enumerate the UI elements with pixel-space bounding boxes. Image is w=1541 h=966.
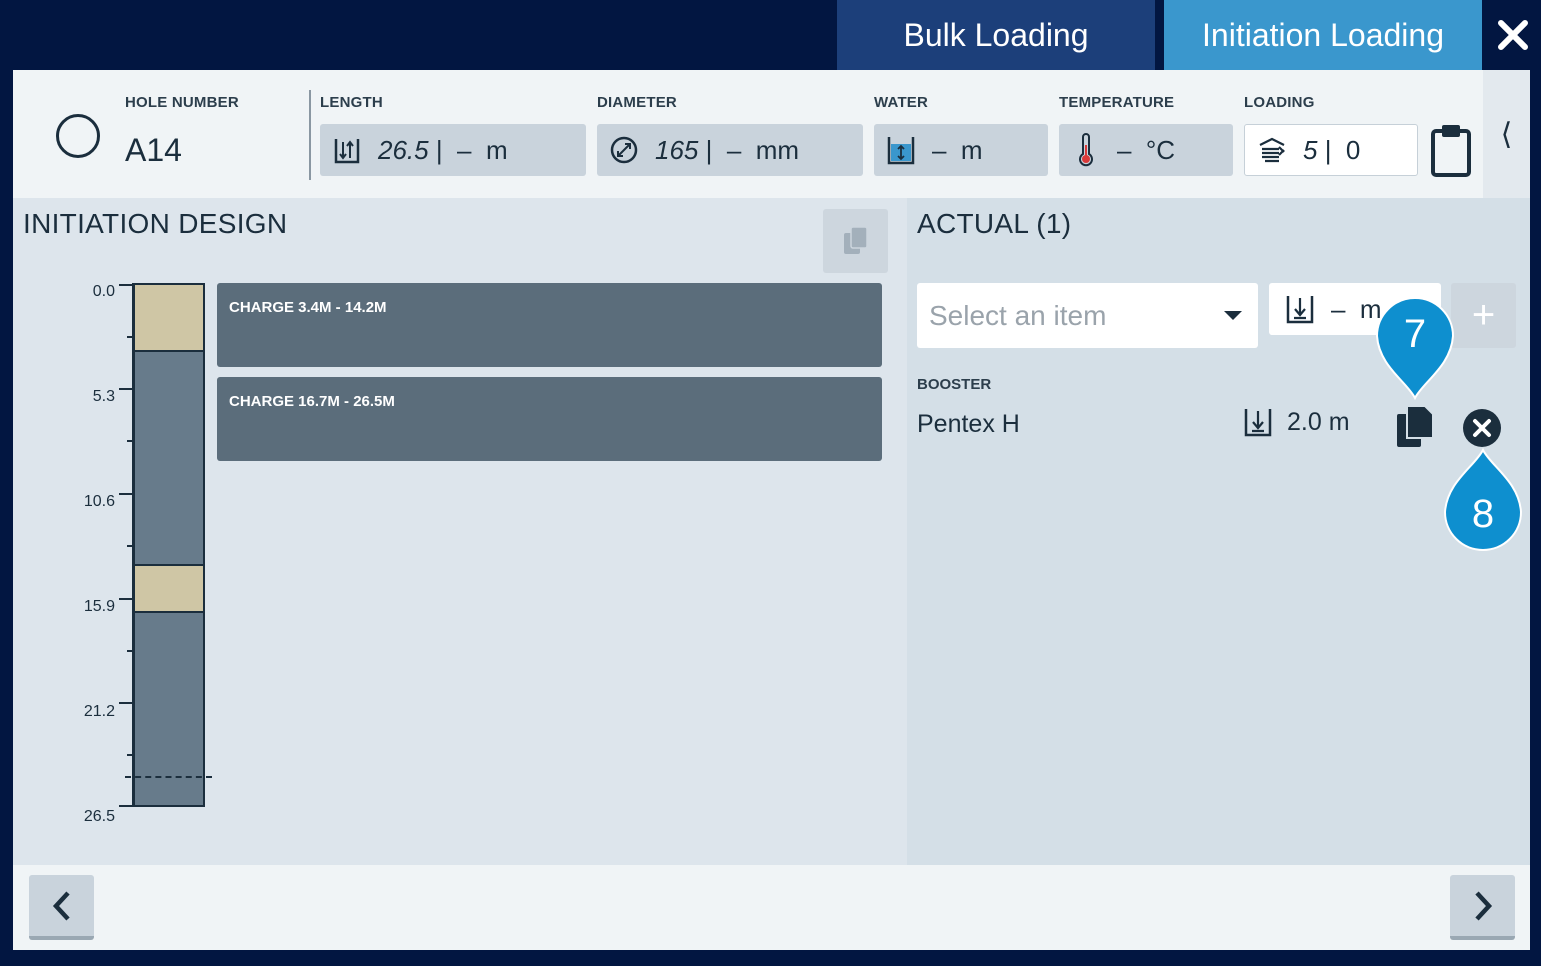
- initiation-design-section: INITIATION DESIGN CHARGE 3.4M - 14.2M CH…: [13, 198, 907, 865]
- close-icon: [1498, 20, 1528, 50]
- length-field[interactable]: 26.5 | – m: [320, 124, 586, 176]
- loading-field[interactable]: 5 | 0: [1244, 124, 1418, 176]
- product-depth: 2.0 m: [1243, 406, 1350, 438]
- thermometer-icon: [1071, 133, 1101, 167]
- length-value: 26.5: [378, 134, 429, 165]
- diameter-actual: | – mm: [698, 134, 800, 165]
- depth-tick-label: 26.5: [83, 808, 115, 825]
- product-name: Pentex H: [917, 410, 1020, 438]
- remove-item-button[interactable]: [1463, 409, 1501, 447]
- item-select-placeholder: Select an item: [929, 299, 1107, 331]
- hole-header: HOLE NUMBER A14 LENGTH 26.5 | – m DIAMET…: [13, 70, 1483, 198]
- depth-tick: [119, 702, 133, 704]
- diameter-icon: [609, 135, 639, 165]
- depth-tick-label: 21.2: [83, 703, 115, 720]
- remove-icon: [1463, 409, 1501, 447]
- length-actual: | – m: [428, 134, 508, 165]
- loading-label: LOADING: [1244, 94, 1315, 111]
- diameter-value: 165: [655, 134, 699, 165]
- collapse-panel-button[interactable]: ⟨: [1483, 70, 1530, 198]
- temperature-field[interactable]: – °C: [1059, 124, 1233, 176]
- booster-category-label: BOOSTER: [917, 376, 992, 393]
- blast-hole-column: [133, 283, 205, 807]
- add-item-button[interactable]: +: [1451, 283, 1516, 348]
- loading-actual: | 0: [1317, 134, 1361, 165]
- chevron-left-icon: ⟨: [1500, 117, 1513, 151]
- actual-title: ACTUAL (1): [917, 208, 1072, 239]
- item-select[interactable]: Select an item: [917, 283, 1258, 348]
- water-field[interactable]: – m: [874, 124, 1048, 176]
- water-icon: [886, 135, 916, 165]
- stemming-segment: [135, 285, 203, 352]
- main-panel: HOLE NUMBER A14 LENGTH 26.5 | – m DIAMET…: [13, 70, 1530, 950]
- depth-icon: [1244, 409, 1272, 437]
- stemming-segment: [135, 563, 203, 613]
- depth-tick: [119, 493, 133, 495]
- water-value: – m: [932, 134, 983, 165]
- hole-number-label: HOLE NUMBER: [125, 94, 239, 111]
- clipboard-icon: [1431, 125, 1471, 177]
- depth-tick-label: 15.9: [83, 598, 115, 615]
- depth-icon: [1286, 296, 1314, 324]
- callout-7: 7: [1373, 290, 1457, 402]
- diameter-field[interactable]: 165 | – mm: [597, 124, 863, 176]
- temperature-label: TEMPERATURE: [1059, 94, 1175, 111]
- tab-initiation-loading[interactable]: Initiation Loading: [1164, 0, 1482, 70]
- depth-tick: [119, 805, 133, 807]
- temperature-value: – °C: [1117, 134, 1176, 165]
- design-title: INITIATION DESIGN: [23, 208, 288, 239]
- water-label: WATER: [874, 94, 929, 111]
- loading-icon: [1257, 135, 1287, 165]
- copy-icon: [843, 226, 868, 254]
- explosive-segment: [135, 351, 203, 564]
- product-depth-value: 2.0 m: [1287, 407, 1350, 436]
- depth-tick: [119, 598, 133, 600]
- hole-number-value: A14: [125, 132, 182, 168]
- loading-value: 5: [1303, 134, 1318, 165]
- chevron-right-icon: [1474, 890, 1492, 921]
- copy-icon: [1397, 405, 1434, 447]
- depth-tick: [119, 388, 133, 390]
- charge-row[interactable]: CHARGE 16.7M - 26.5M: [217, 377, 882, 461]
- callout-number: 7: [1403, 312, 1427, 356]
- next-button[interactable]: [1450, 875, 1515, 940]
- header-divider: [309, 90, 311, 180]
- chevron-down-icon: [1224, 311, 1242, 320]
- diameter-label: DIAMETER: [597, 94, 677, 111]
- hole-select-radio[interactable]: [56, 114, 100, 158]
- footer-nav: [13, 865, 1530, 950]
- water-level-line: [125, 776, 212, 778]
- copy-item-button[interactable]: [1395, 404, 1435, 450]
- depth-tick-label: 10.6: [83, 493, 115, 510]
- depth-tick-label: 0.0: [92, 283, 115, 300]
- length-icon: [332, 135, 362, 165]
- plus-icon: +: [1471, 293, 1496, 337]
- chevron-left-icon: [52, 890, 70, 921]
- callout-number: 8: [1471, 492, 1495, 536]
- charge-row[interactable]: CHARGE 3.4M - 14.2M: [217, 283, 882, 367]
- tab-bulk-loading[interactable]: Bulk Loading: [837, 0, 1155, 70]
- close-button[interactable]: [1490, 12, 1536, 58]
- previous-button[interactable]: [29, 875, 94, 940]
- copy-design-button[interactable]: [823, 209, 888, 273]
- clipboard-button[interactable]: [1429, 122, 1473, 178]
- depth-tick-label: 5.3: [92, 388, 115, 405]
- callout-8: 8: [1441, 446, 1525, 560]
- app-window: Bulk Loading Initiation Loading HOLE NUM…: [0, 0, 1541, 966]
- depth-tick: [119, 284, 133, 286]
- length-label: LENGTH: [320, 94, 383, 111]
